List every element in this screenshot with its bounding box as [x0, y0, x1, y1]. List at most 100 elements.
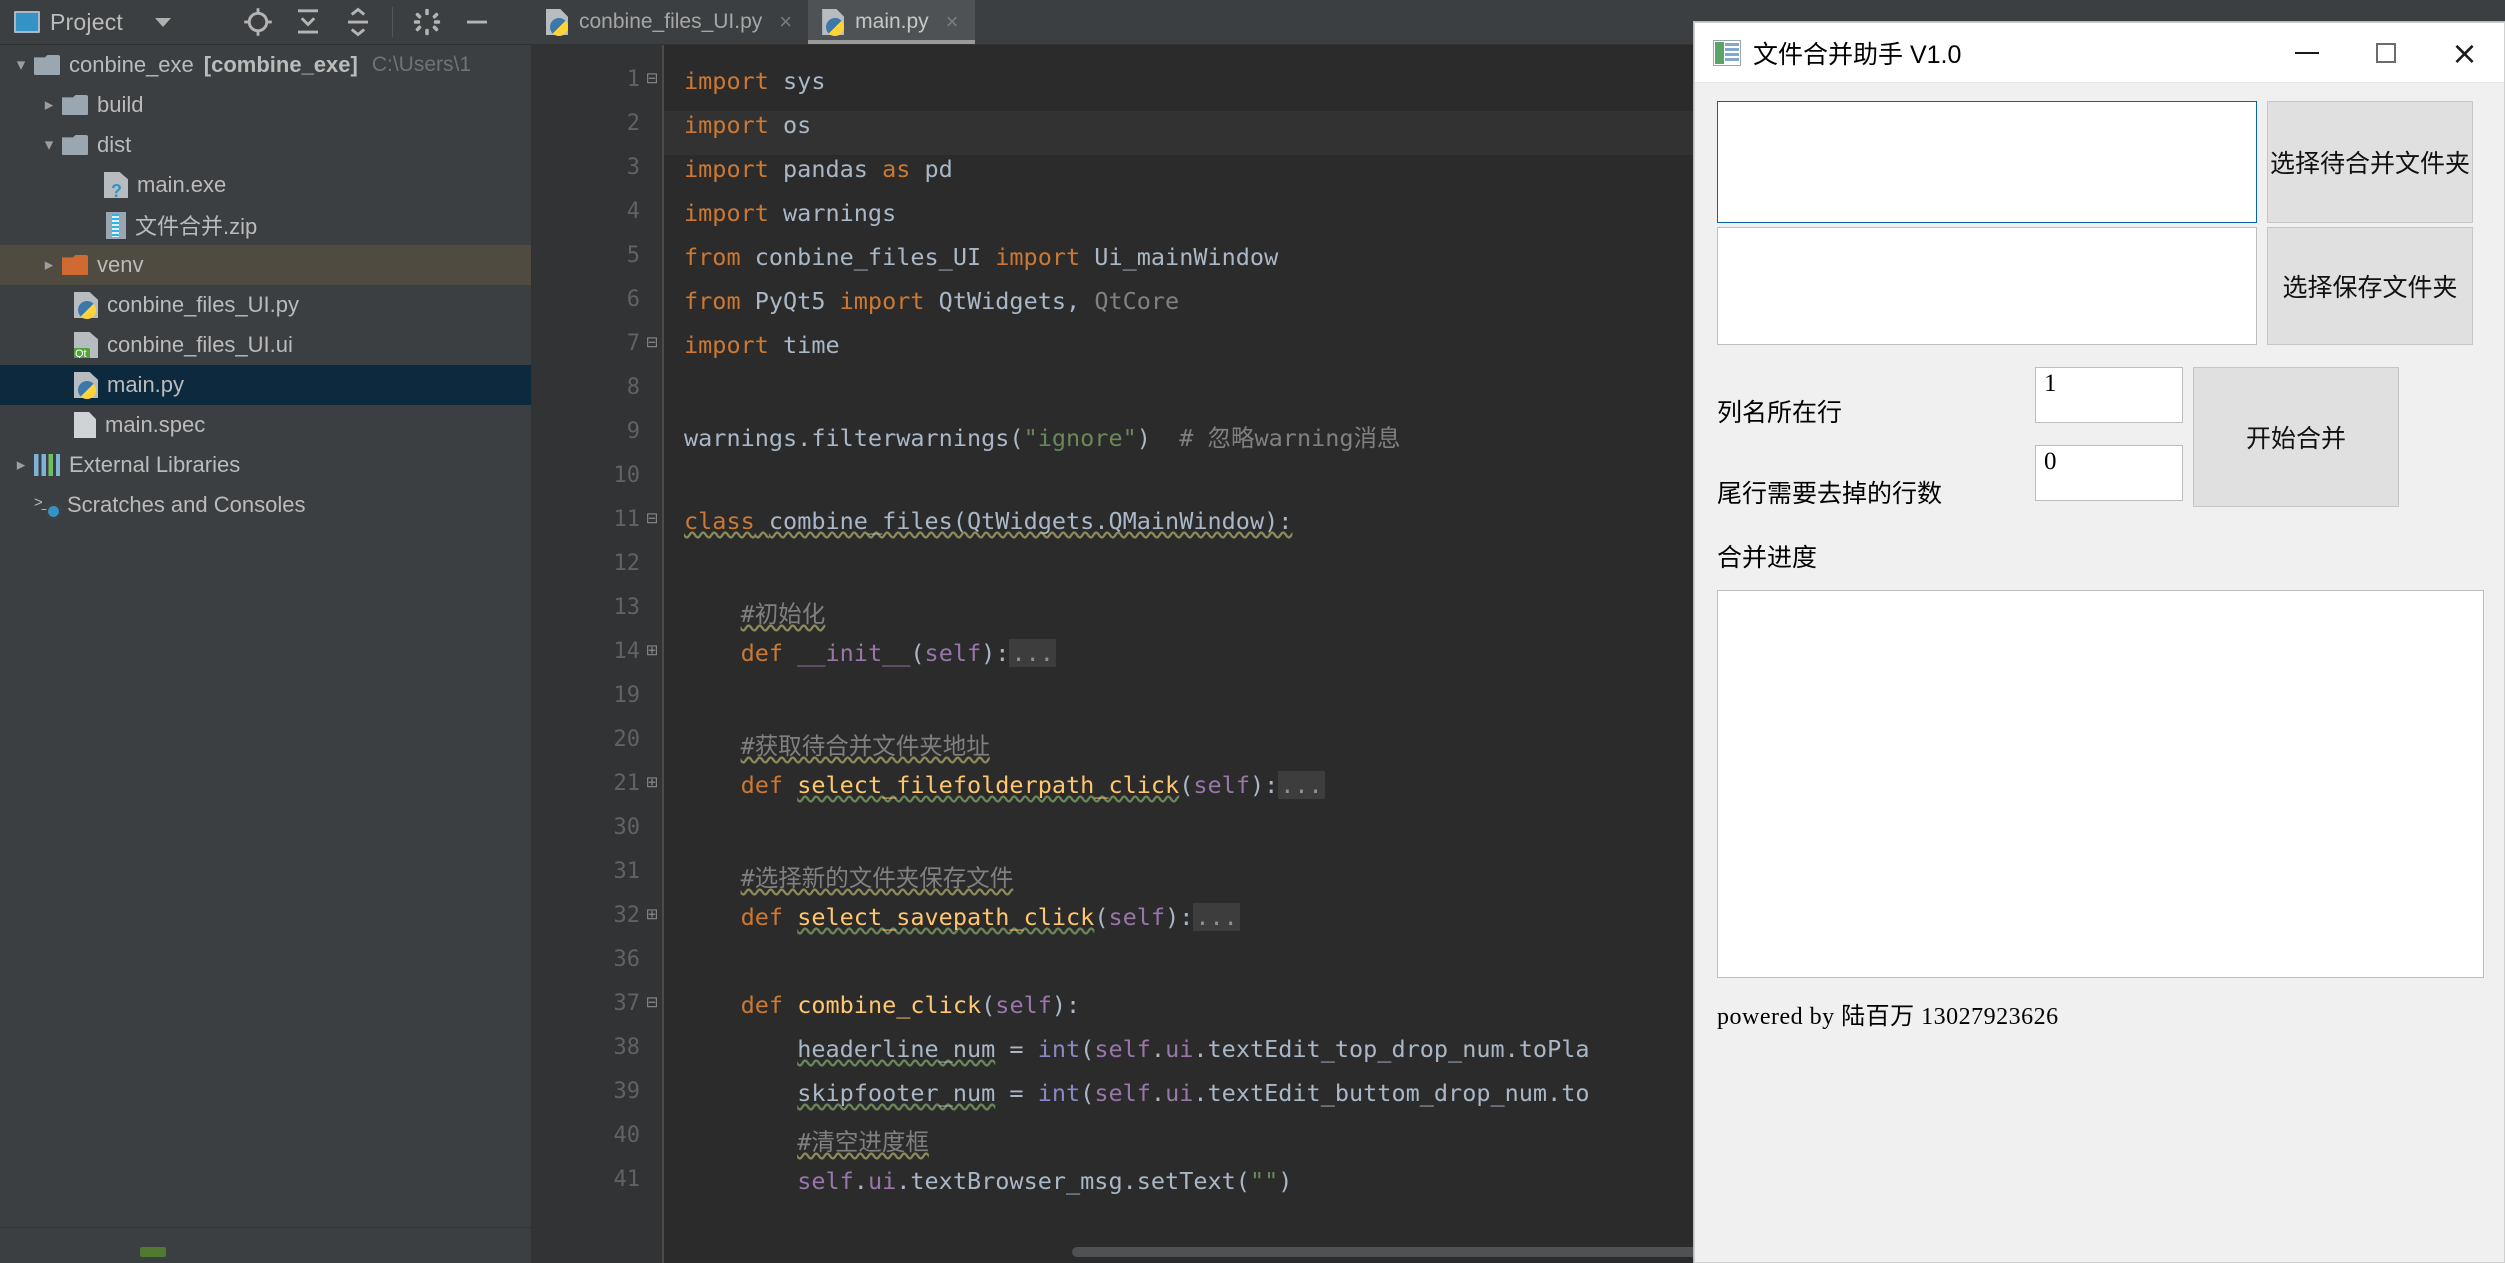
project-toolbar	[233, 0, 502, 45]
tree-item-scratches[interactable]: Scratches and Consoles	[0, 485, 531, 525]
folder-orange-icon	[62, 255, 88, 275]
project-tree-footer	[0, 1227, 531, 1263]
close-icon[interactable]: ×	[779, 9, 792, 35]
close-icon[interactable]: ×	[946, 9, 959, 35]
tree-item-module: [combine_exe]	[204, 52, 358, 78]
qt-file-icon: Qt	[74, 332, 98, 358]
code-line-14: def __init__(self):...	[684, 639, 1056, 667]
tree-item-build[interactable]: ▸ build	[0, 85, 531, 125]
option-labels: 列名所在行 尾行需要去掉的行数 合并进度	[1717, 367, 2035, 574]
line-number: 40	[532, 1123, 662, 1148]
fold-marker-collapse-icon[interactable]: ⊟	[640, 993, 664, 1011]
spec-file-icon	[74, 412, 96, 438]
save-path-textarea[interactable]	[1717, 227, 2257, 345]
expand-all-icon[interactable]	[283, 0, 333, 45]
code-line-20: #获取待合并文件夹地址	[684, 727, 990, 761]
dialog-title-bar[interactable]: 文件合并助手 V1.0 ×	[1695, 23, 2504, 83]
line-number: 5	[532, 243, 662, 268]
code-line-5: from conbine_files_UI import Ui_mainWind…	[684, 243, 1278, 271]
tab-label: conbine_files_UI.py	[579, 10, 762, 34]
python-file-icon	[822, 9, 844, 35]
project-panel-header: Project	[0, 0, 532, 45]
tree-item-label: External Libraries	[69, 452, 240, 478]
project-tree[interactable]: ▾ conbine_exe [combine_exe] C:\Users\1 ▸…	[0, 45, 532, 1263]
zip-file-icon	[106, 212, 126, 239]
minimize-panel-icon[interactable]	[452, 0, 502, 45]
code-line-38: headerline_num = int(self.ui.textEdit_to…	[684, 1035, 1590, 1063]
line-number: 10	[532, 463, 662, 488]
code-line-3: import pandas as pd	[684, 155, 953, 183]
tree-item-zip[interactable]: 文件合并.zip	[0, 205, 531, 245]
line-number: 38	[532, 1035, 662, 1060]
tree-item-path: C:\Users\1	[372, 53, 471, 77]
tree-item-main-py[interactable]: main.py	[0, 365, 531, 405]
chevron-right-icon[interactable]: ▸	[36, 255, 62, 275]
fold-marker-collapse-icon[interactable]: ⊟	[640, 509, 664, 527]
code-line-13: #初始化	[684, 595, 825, 629]
fold-marker-collapse-icon[interactable]: ⊟	[640, 333, 664, 351]
line-number: 20	[532, 727, 662, 752]
tree-item-venv[interactable]: ▸ venv	[0, 245, 531, 285]
maximize-button[interactable]	[2346, 23, 2425, 82]
line-number: 3	[532, 155, 662, 180]
tree-item-main-spec[interactable]: main.spec	[0, 405, 531, 445]
tree-item-label: conbine_files_UI.ui	[107, 332, 293, 358]
fold-marker-expand-icon[interactable]: ⊞	[640, 773, 664, 791]
chevron-down-icon[interactable]: ▾	[8, 55, 34, 75]
window-controls: ×	[2267, 23, 2504, 82]
code-line-11: class combine_files(QtWidgets.QMainWindo…	[684, 507, 1292, 535]
project-panel-title: Project	[50, 9, 123, 36]
python-file-icon	[74, 292, 98, 318]
tree-item-external-libraries[interactable]: ▸ External Libraries	[0, 445, 531, 485]
tab-main-py[interactable]: main.py ×	[808, 0, 974, 44]
tree-item-dist[interactable]: ▾ dist	[0, 125, 531, 165]
code-line-32: def select_savepath_click(self):...	[684, 903, 1240, 931]
chevron-down-icon[interactable]	[155, 18, 171, 27]
header-row-label: 列名所在行	[1717, 393, 2035, 429]
chevron-right-icon[interactable]: ▸	[8, 455, 34, 475]
tree-item-conbine-exe[interactable]: ▾ conbine_exe [combine_exe] C:\Users\1	[0, 45, 531, 85]
options-row: 列名所在行 尾行需要去掉的行数 合并进度 1 0 开始合并	[1717, 367, 2482, 574]
header-row-input[interactable]: 1	[2035, 367, 2183, 423]
tree-item-label: main.exe	[137, 172, 226, 198]
unknown-file-icon	[104, 172, 128, 198]
code-line-9: warnings.filterwarnings("ignore") # 忽略wa…	[684, 419, 1401, 453]
tree-item-label: main.py	[107, 372, 184, 398]
close-button[interactable]: ×	[2425, 23, 2504, 82]
tab-conbine-files-ui-py[interactable]: conbine_files_UI.py ×	[532, 0, 808, 44]
source-path-textarea[interactable]	[1717, 101, 2257, 223]
tree-item-label: 文件合并.zip	[135, 209, 257, 241]
tree-item-label: build	[97, 92, 143, 118]
file-merge-dialog[interactable]: 文件合并助手 V1.0 × 选择待合并文件夹 选择保存文件夹 列名所在行 尾行需…	[1694, 22, 2505, 1263]
tree-item-main-exe[interactable]: main.exe	[0, 165, 531, 205]
status-badge	[140, 1247, 166, 1257]
project-icon	[14, 11, 40, 33]
line-number: 8	[532, 375, 662, 400]
code-line-37: def combine_click(self):	[684, 991, 1080, 1019]
fold-marker-expand-icon[interactable]: ⊞	[640, 905, 664, 923]
locate-icon[interactable]	[233, 0, 283, 45]
code-line-40: #清空进度框	[684, 1123, 929, 1157]
fold-marker-collapse-icon[interactable]: ⊟	[640, 69, 664, 87]
skip-footer-input[interactable]: 0	[2035, 445, 2183, 501]
collapse-all-icon[interactable]	[333, 0, 383, 45]
code-line-1: import sys	[684, 67, 825, 95]
tree-item-label: Scratches and Consoles	[67, 492, 305, 518]
fold-marker-expand-icon[interactable]: ⊞	[640, 641, 664, 659]
select-save-folder-button[interactable]: 选择保存文件夹	[2267, 227, 2473, 345]
tree-item-conbine-files-ui-ui[interactable]: Qt conbine_files_UI.ui	[0, 325, 531, 365]
footer-credit: powered by 陆百万 13027923626	[1717, 996, 2482, 1031]
settings-gear-icon[interactable]	[402, 0, 452, 45]
libraries-icon	[34, 454, 60, 476]
start-merge-button[interactable]: 开始合并	[2193, 367, 2399, 507]
tree-item-conbine-files-ui-py[interactable]: conbine_files_UI.py	[0, 285, 531, 325]
progress-output-textarea[interactable]	[1717, 590, 2484, 978]
progress-label: 合并进度	[1717, 538, 2035, 574]
select-source-folder-button[interactable]: 选择待合并文件夹	[2267, 101, 2473, 223]
line-number: 9	[532, 419, 662, 444]
chevron-down-icon[interactable]: ▾	[36, 135, 62, 155]
minimize-button[interactable]	[2267, 23, 2346, 82]
code-line-7: import time	[684, 331, 840, 359]
app-icon	[1713, 40, 1741, 66]
chevron-right-icon[interactable]: ▸	[36, 95, 62, 115]
